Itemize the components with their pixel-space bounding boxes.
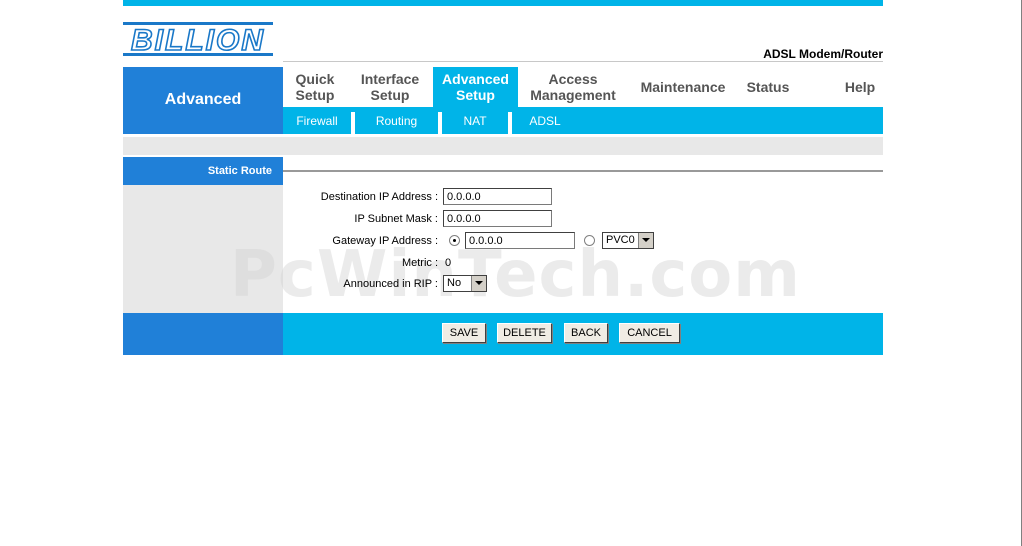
nav-maintenance[interactable]: Maintenance <box>630 67 736 107</box>
chevron-down-icon[interactable] <box>638 233 653 248</box>
nav-quick-setup[interactable]: Quick Setup <box>283 67 347 107</box>
gateway-ip-input[interactable] <box>465 232 575 249</box>
nav-access-management[interactable]: Access Management <box>522 67 624 107</box>
nav-label: Setup <box>295 87 335 103</box>
sidebar-title: Advanced <box>164 91 242 108</box>
watermark: PcWinTech.com <box>230 238 801 312</box>
rip-label: Announced in RIP : <box>343 278 438 290</box>
rip-select-value: No <box>447 277 462 289</box>
dest-ip-input[interactable] <box>443 188 552 205</box>
metric-value: 0 <box>445 257 452 269</box>
gateway-ip-label: Gateway IP Address : <box>332 235 438 247</box>
nav-status[interactable]: Status <box>738 67 798 107</box>
save-button[interactable]: SAVE <box>442 323 486 343</box>
logo-text: BILLION <box>131 24 265 57</box>
nav-label: Maintenance <box>640 79 726 95</box>
nav-advanced-setup[interactable]: Advanced Setup <box>433 67 518 107</box>
gateway-ip-radio[interactable] <box>449 235 460 246</box>
pvc-select[interactable]: PVC0 <box>602 232 654 249</box>
nav-label: Management <box>530 87 616 103</box>
section-divider <box>283 170 883 172</box>
rip-select[interactable]: No <box>443 275 487 292</box>
nav-label: Setup <box>456 87 495 103</box>
pvc-select-value: PVC0 <box>606 234 635 246</box>
subnav-nat[interactable]: NAT <box>442 108 508 134</box>
nav-label: Access <box>548 71 598 87</box>
subnav-adsl[interactable]: ADSL <box>512 108 578 134</box>
product-name: ADSL Modem/Router <box>763 47 883 61</box>
nav-label: Interface <box>360 71 420 87</box>
chevron-down-icon[interactable] <box>471 276 486 291</box>
radio-dot <box>453 239 456 242</box>
gateway-pvc-radio[interactable] <box>584 235 595 246</box>
grey-band <box>123 137 883 155</box>
nav-label: Status <box>746 79 790 95</box>
billion-logo: BILLION <box>123 22 273 58</box>
top-accent-strip <box>123 0 883 6</box>
section-title: Static Route <box>207 165 272 177</box>
metric-label: Metric : <box>401 257 438 269</box>
nav-label: Advanced <box>442 71 509 87</box>
nav-label: Help <box>844 79 876 95</box>
nav-help[interactable]: Help <box>830 67 890 107</box>
cancel-button[interactable]: CANCEL <box>619 323 680 343</box>
dest-ip-label: Destination IP Address : <box>320 191 438 203</box>
subnav-routing[interactable]: Routing <box>355 108 438 134</box>
bottom-bar-left <box>123 313 283 355</box>
nav-label: Quick <box>295 71 335 87</box>
header-divider <box>283 61 883 62</box>
delete-button[interactable]: DELETE <box>497 323 552 343</box>
subnav-firewall[interactable]: Firewall <box>283 108 351 134</box>
subnet-mask-input[interactable] <box>443 210 552 227</box>
nav-interface-setup[interactable]: Interface Setup <box>350 67 430 107</box>
nav-label: Setup <box>370 87 410 103</box>
subnet-mask-label: IP Subnet Mask : <box>354 213 438 225</box>
back-button[interactable]: BACK <box>564 323 608 343</box>
